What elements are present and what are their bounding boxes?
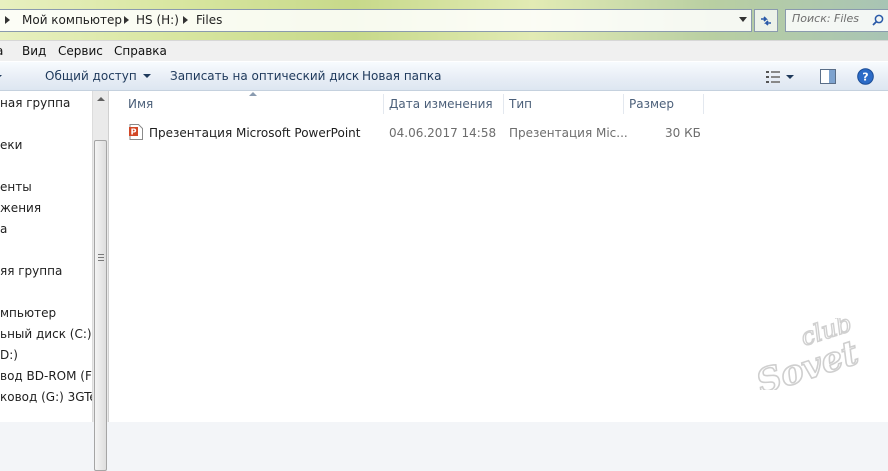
nav-item-libraries[interactable]: еки <box>0 138 22 152</box>
command-bar: Общий доступ Записать на оптический диск… <box>0 61 888 91</box>
scroll-thumb[interactable] <box>94 140 107 471</box>
menu-tools[interactable]: Сервис <box>58 44 103 58</box>
refresh-icon <box>761 15 771 26</box>
nav-item-music[interactable]: а <box>0 222 7 236</box>
menu-help[interactable]: Справка <box>114 44 167 58</box>
menu-bar: а Вид Сервис Справка <box>0 40 888 62</box>
column-divider[interactable] <box>503 94 504 114</box>
column-divider[interactable] <box>383 94 384 114</box>
nav-item-documents[interactable]: енты <box>0 180 32 194</box>
svg-text:P: P <box>131 128 137 137</box>
nav-item-disk-d[interactable]: D:) <box>0 348 18 362</box>
nav-item-homegroup[interactable]: ная группа <box>0 96 70 110</box>
search-input[interactable] <box>792 12 872 25</box>
chevron-down-icon <box>142 74 151 78</box>
column-divider[interactable] <box>703 94 704 114</box>
file-row[interactable]: P Презентация Microsoft PowerPoint 04.06… <box>109 121 888 145</box>
breadcrumb-files[interactable]: Files <box>196 13 222 27</box>
nav-item-drive-g[interactable]: ковод (G:) 3GTel <box>0 390 92 404</box>
sort-ascending-icon <box>249 92 257 96</box>
view-dropdown-icon[interactable] <box>786 75 794 79</box>
search-box[interactable] <box>785 9 888 32</box>
file-type: Презентация Mic... <box>509 126 628 140</box>
grip-line <box>98 260 104 261</box>
view-options-icon[interactable] <box>766 71 782 83</box>
nav-item-computer[interactable]: мпьютер <box>0 306 56 320</box>
share-button[interactable]: Общий доступ <box>45 69 151 83</box>
navigation-pane: ная группа еки енты жения а яя группа мп… <box>0 91 92 422</box>
help-icon[interactable]: ? <box>857 68 874 85</box>
address-box[interactable]: Мой компьютер HS (H:) Files <box>0 9 752 32</box>
preview-pane-icon[interactable] <box>820 69 836 84</box>
grip-line <box>98 254 104 255</box>
refresh-button[interactable] <box>754 9 778 32</box>
search-icon[interactable] <box>872 14 884 26</box>
breadcrumb-drive[interactable]: HS (H:) <box>136 13 179 27</box>
breadcrumb-chevron-icon[interactable] <box>183 16 188 24</box>
burn-button[interactable]: Записать на оптический диск <box>170 69 359 83</box>
file-size: 30 КБ <box>665 126 701 140</box>
nav-scrollbar[interactable] <box>92 91 109 471</box>
share-label: Общий доступ <box>45 69 137 83</box>
scroll-up-icon[interactable] <box>97 97 105 101</box>
nav-item-bd-rom-f[interactable]: вод BD-ROM (F:) I <box>0 369 92 383</box>
new-folder-button[interactable]: Новая папка <box>362 69 441 83</box>
menu-view[interactable]: Вид <box>22 44 46 58</box>
column-header-type[interactable]: Тип <box>509 97 532 111</box>
column-header-name[interactable]: Имя <box>128 97 153 111</box>
breadcrumb-my-computer[interactable]: Мой компьютер <box>22 13 122 27</box>
menu-edit-partial[interactable]: а <box>0 44 3 58</box>
file-date: 04.06.2017 14:58 <box>389 126 497 140</box>
powerpoint-file-icon: P <box>129 124 143 140</box>
svg-text:?: ? <box>862 71 868 84</box>
address-bar-area: Мой компьютер HS (H:) Files <box>0 0 888 40</box>
breadcrumb-chevron-icon[interactable] <box>5 16 10 24</box>
nav-item-images[interactable]: жения <box>0 201 41 215</box>
nav-item-local-disk-c[interactable]: ьный диск (C:) <box>0 327 92 341</box>
file-name[interactable]: Презентация Microsoft PowerPoint <box>149 126 360 140</box>
organize-dropdown-icon[interactable] <box>0 75 2 79</box>
breadcrumb-chevron-icon[interactable] <box>124 16 129 24</box>
column-divider[interactable] <box>623 94 624 114</box>
club-sovet-watermark-logo: club Sovet <box>752 318 862 390</box>
column-header-size[interactable]: Размер <box>629 97 674 111</box>
grip-line <box>98 257 104 258</box>
column-header-date[interactable]: Дата изменения <box>389 97 493 111</box>
address-history-dropdown-icon[interactable] <box>739 17 747 22</box>
nav-item-homegroup-2[interactable]: яя группа <box>0 264 62 278</box>
